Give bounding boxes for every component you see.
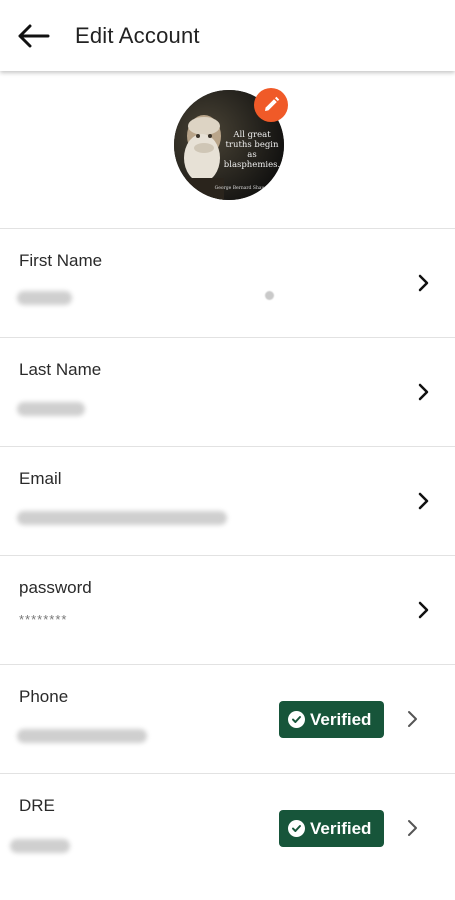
- check-circle-icon: [288, 820, 305, 837]
- first-name-value-redacted: [17, 291, 72, 305]
- arrow-left-icon: [18, 24, 50, 47]
- page-title: Edit Account: [75, 22, 200, 48]
- profile-photo-section: All great truths begin as blasphemies. G…: [174, 88, 288, 202]
- email-value-redacted: [17, 511, 227, 525]
- avatar-quote: All great truths begin as blasphemies.: [223, 130, 281, 170]
- chevron-right-icon: [408, 711, 417, 727]
- edit-photo-button[interactable]: [254, 88, 288, 122]
- password-value: ********: [19, 612, 68, 627]
- email-row[interactable]: Email: [0, 447, 455, 556]
- dre-value-redacted: [10, 839, 70, 853]
- first-name-row[interactable]: First Name: [0, 229, 455, 338]
- chevron-right-icon: [418, 383, 429, 401]
- last-name-row[interactable]: Last Name: [0, 338, 455, 447]
- first-name-label: First Name: [19, 251, 103, 270]
- back-button[interactable]: [4, 0, 64, 71]
- phone-label: Phone: [19, 687, 69, 706]
- chevron-right-icon: [418, 492, 429, 510]
- phone-value-redacted: [17, 729, 147, 743]
- password-label: password: [19, 578, 92, 597]
- check-circle-icon: [288, 711, 305, 728]
- email-label: Email: [19, 469, 62, 488]
- verified-badge: Verified: [279, 810, 384, 847]
- dre-label: DRE: [19, 796, 55, 815]
- pencil-icon: [265, 96, 280, 111]
- dre-row[interactable]: DRE Verified: [0, 774, 455, 883]
- verified-label: Verified: [310, 818, 372, 838]
- verified-badge: Verified: [279, 701, 384, 738]
- verified-label: Verified: [310, 709, 372, 729]
- placeholder-dot: [265, 291, 274, 300]
- last-name-value-redacted: [17, 402, 85, 416]
- chevron-right-icon: [408, 820, 417, 836]
- phone-row[interactable]: Phone Verified: [0, 665, 455, 774]
- avatar-author: George Bernard Shaw: [214, 186, 266, 191]
- password-row[interactable]: password ********: [0, 556, 455, 665]
- chevron-right-icon: [418, 601, 429, 619]
- app-bar: Edit Account: [0, 0, 455, 71]
- chevron-right-icon: [418, 274, 429, 292]
- last-name-label: Last Name: [19, 360, 102, 379]
